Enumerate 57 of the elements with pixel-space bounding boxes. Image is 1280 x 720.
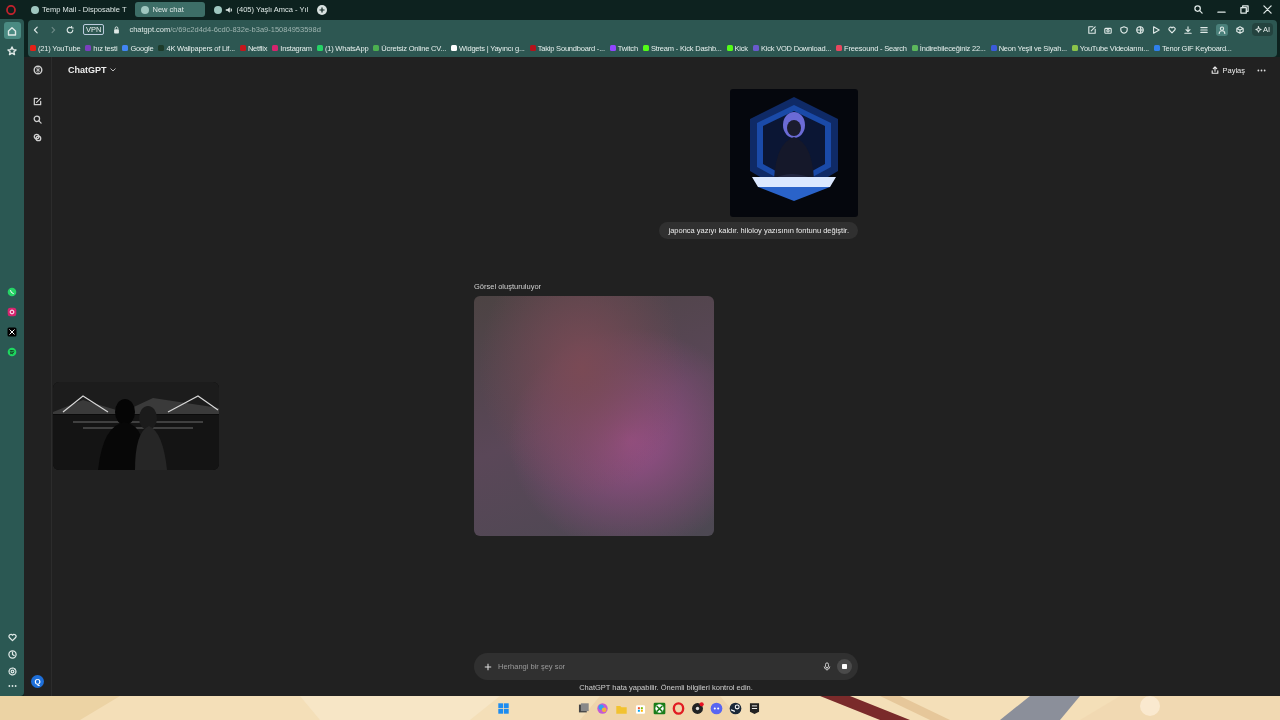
site-favicon-icon <box>214 5 223 14</box>
more-icon[interactable] <box>7 684 17 688</box>
opera-logo-icon[interactable] <box>6 4 16 15</box>
site-favicon-icon <box>31 5 39 14</box>
plus-icon[interactable] <box>484 662 492 671</box>
cube-icon[interactable] <box>1235 25 1244 34</box>
lock-icon <box>113 25 121 34</box>
stop-icon <box>842 664 847 669</box>
opera-icon[interactable] <box>672 701 685 715</box>
home-sidebar-button[interactable] <box>3 22 21 39</box>
settings-icon[interactable] <box>7 667 17 676</box>
search-icon[interactable] <box>1194 5 1203 14</box>
home-icon <box>7 25 17 36</box>
close-icon[interactable] <box>1263 5 1272 14</box>
instagram-icon <box>7 306 17 317</box>
person-icon <box>1217 25 1226 34</box>
task-view-icon[interactable] <box>577 701 590 715</box>
copilot-icon[interactable] <box>596 701 609 715</box>
share-icon <box>1211 66 1220 74</box>
more-icon[interactable] <box>1257 68 1266 72</box>
search-icon[interactable] <box>33 115 42 124</box>
user-avatar[interactable]: Q <box>31 675 44 688</box>
steam-icon[interactable] <box>729 701 742 715</box>
start-icon[interactable] <box>497 701 510 715</box>
shield-icon[interactable] <box>1119 25 1128 34</box>
microphone-icon[interactable] <box>823 662 831 671</box>
history-icon[interactable] <box>7 650 17 659</box>
plus-icon <box>319 6 326 13</box>
menu-icon[interactable] <box>1199 25 1208 34</box>
xbox-icon[interactable] <box>653 701 666 715</box>
model-selector[interactable]: ChatGPT <box>68 65 116 75</box>
site-favicon-icon <box>141 5 150 14</box>
camera-icon[interactable] <box>1103 25 1112 34</box>
reload-icon[interactable] <box>66 25 74 34</box>
download-icon[interactable] <box>1183 25 1192 34</box>
whatsapp-icon <box>7 286 17 297</box>
star-icon <box>7 45 17 56</box>
media-player-icon[interactable] <box>691 701 704 715</box>
heart-icon[interactable] <box>1167 25 1176 34</box>
globe-icon[interactable] <box>1135 25 1144 34</box>
discord-icon[interactable] <box>710 701 723 715</box>
back-icon[interactable] <box>32 25 40 34</box>
edit-icon[interactable] <box>1087 25 1096 34</box>
epic-games-icon[interactable] <box>748 701 761 715</box>
new-tab-button[interactable] <box>317 4 328 15</box>
sparkle-icon <box>1254 26 1262 33</box>
play-icon[interactable] <box>1151 25 1160 34</box>
stop-button[interactable] <box>837 659 852 674</box>
profile-button[interactable] <box>1215 23 1228 36</box>
x-icon <box>7 326 17 337</box>
gpts-icon[interactable] <box>33 133 42 142</box>
spotify-icon <box>7 346 17 357</box>
logo-icon[interactable] <box>32 65 43 75</box>
restore-icon[interactable] <box>1240 5 1249 14</box>
new-chat-icon[interactable] <box>33 97 42 106</box>
heart-icon[interactable] <box>7 633 17 642</box>
chevron-down-icon <box>109 68 116 72</box>
